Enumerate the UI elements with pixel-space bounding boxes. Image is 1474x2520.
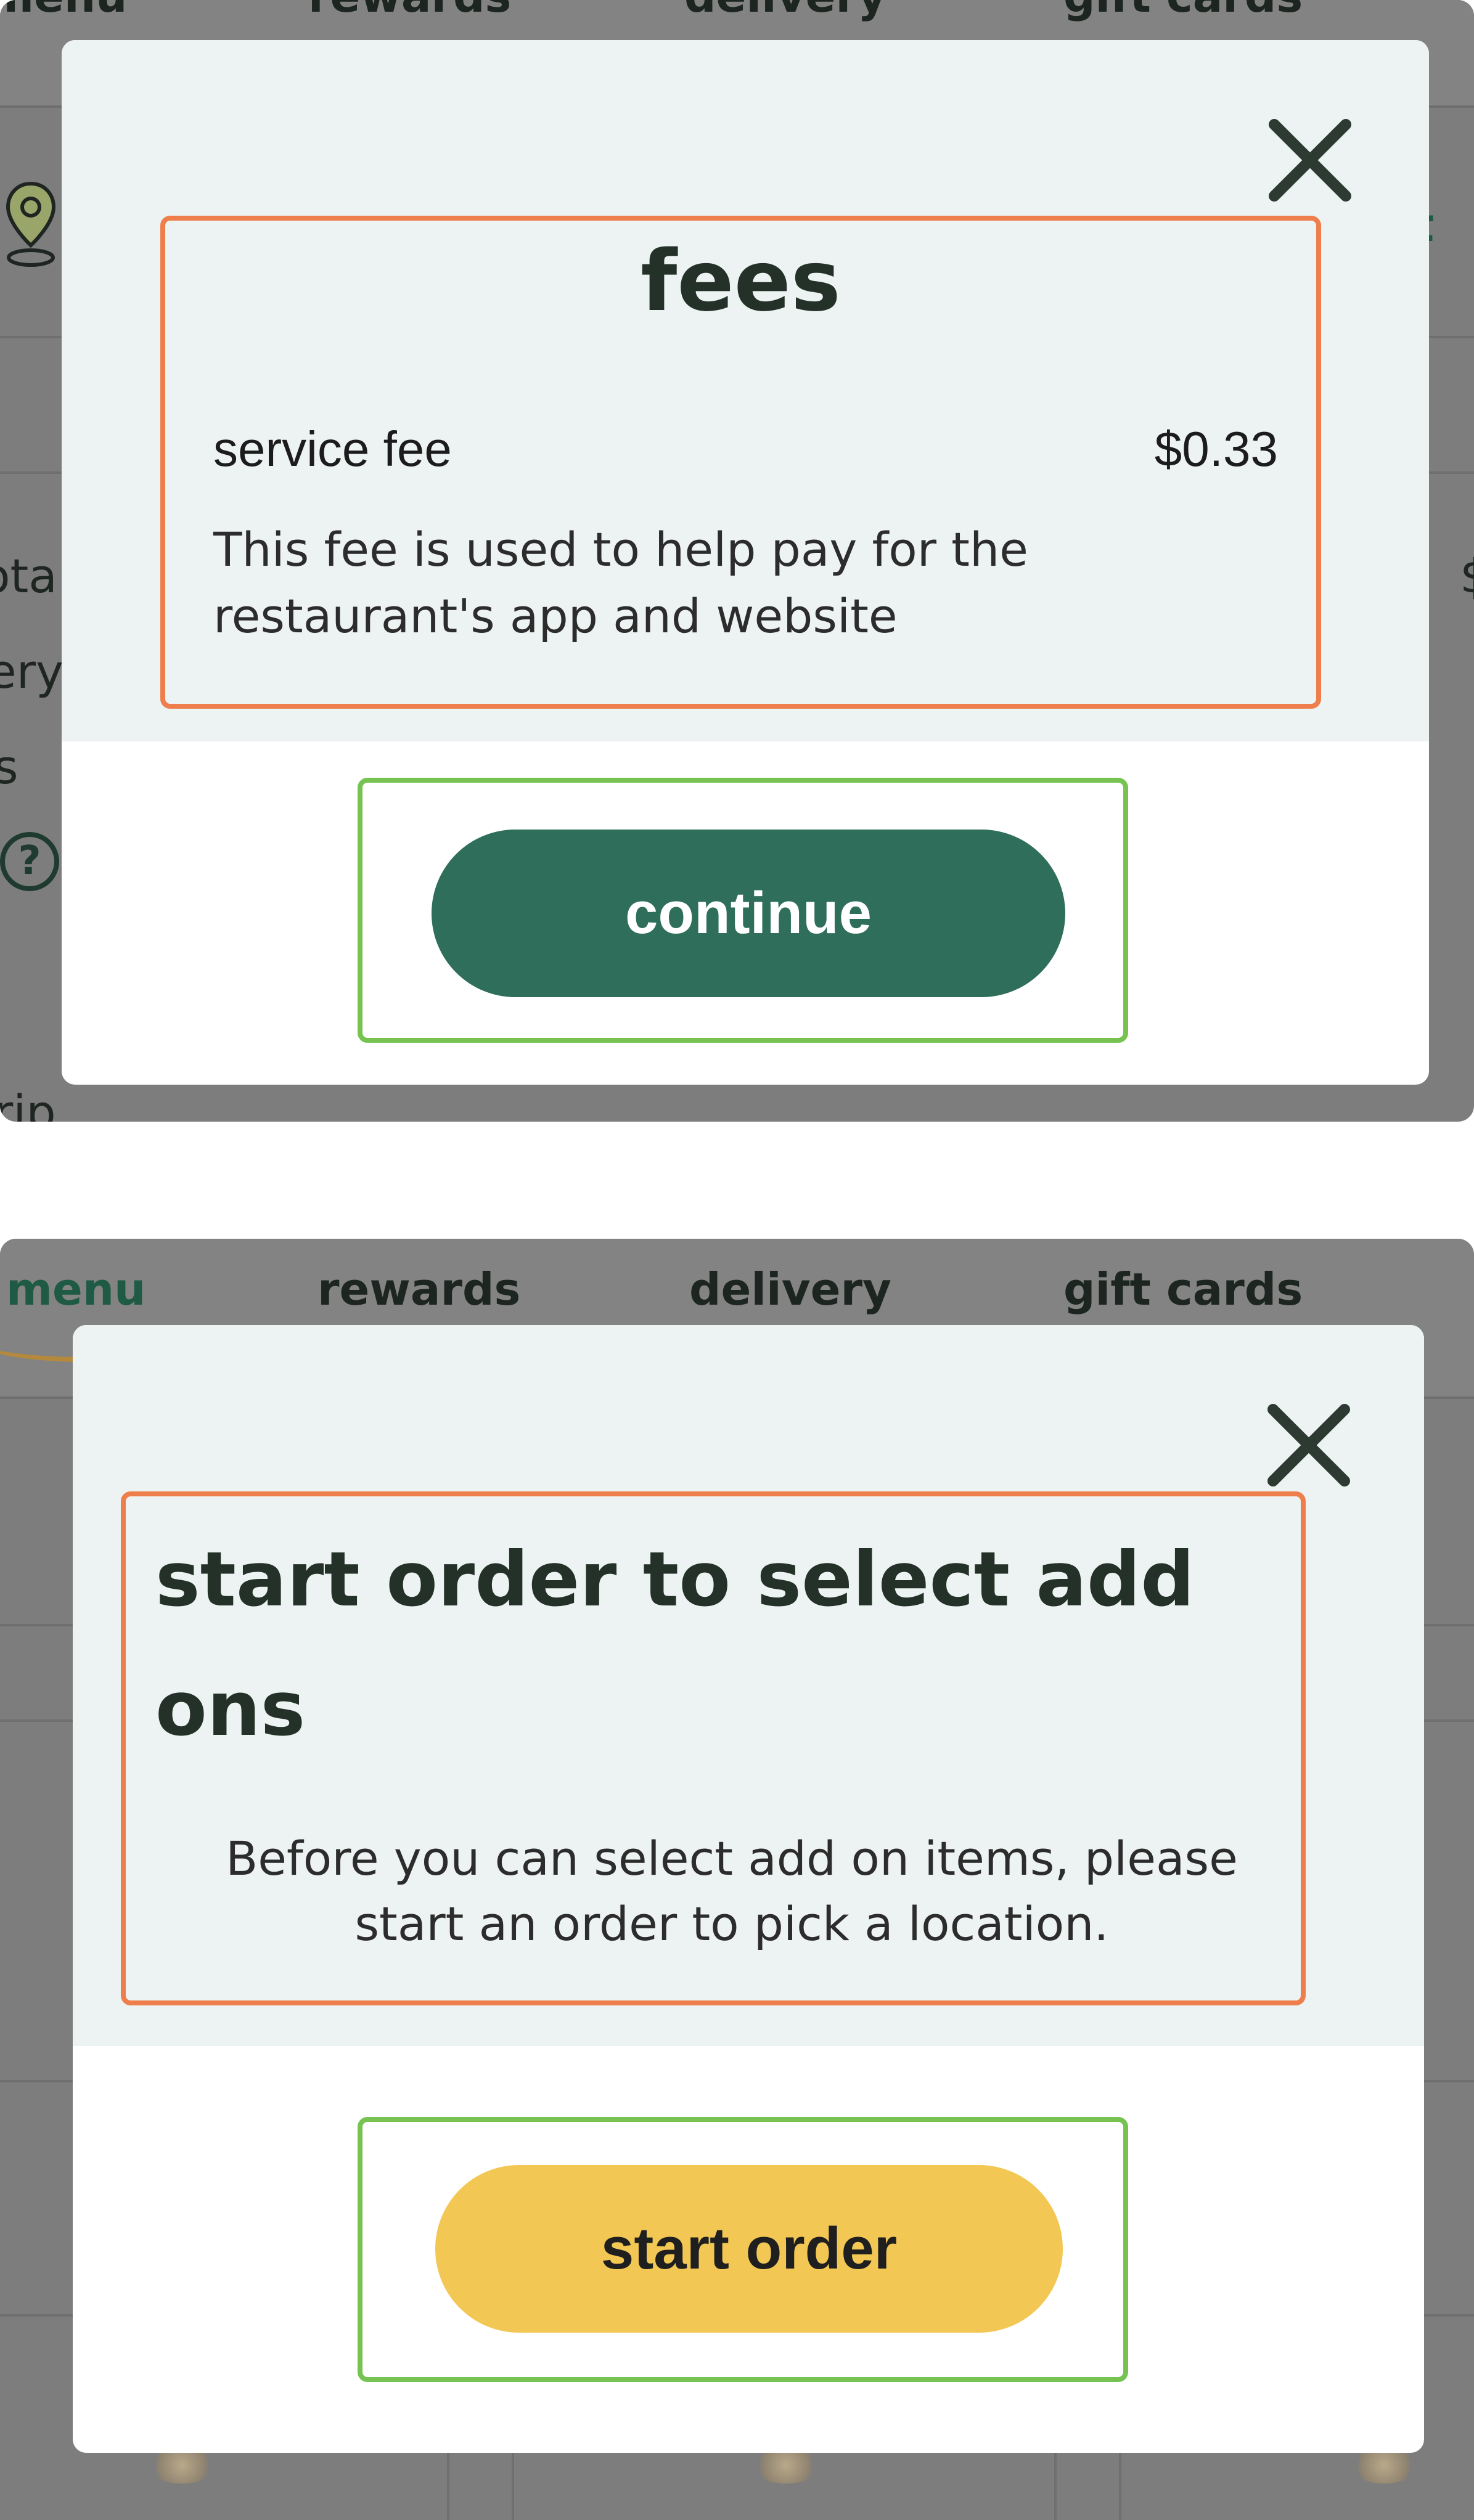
nav-item-gift-cards[interactable]: gift cards xyxy=(1063,0,1303,22)
service-fee-label: service fee xyxy=(213,422,452,476)
addons-message: Before you can select add on items, plea… xyxy=(226,1831,1238,1951)
continue-highlight: continue xyxy=(358,778,1128,1043)
start-order-button[interactable]: start order xyxy=(435,2165,1063,2333)
start-order-highlight: start order xyxy=(358,2117,1128,2382)
location-pin-icon xyxy=(6,181,56,267)
addons-content-box: start order to select add ons Before you… xyxy=(121,1491,1306,2005)
nav-item-menu[interactable]: menu xyxy=(0,0,127,22)
fees-title: fees xyxy=(641,233,841,330)
background-price-fragment: $ xyxy=(1460,548,1474,603)
continue-button[interactable]: continue xyxy=(432,830,1065,997)
addons-modal: start order to select add ons Before you… xyxy=(73,1325,1424,2453)
nav-item-delivery[interactable]: delivery xyxy=(684,0,886,22)
background-delivery-fragment: ery xyxy=(0,644,63,699)
addons-title: start order to select add ons xyxy=(155,1536,1195,1753)
nav-item-gift-cards[interactable]: gift cards xyxy=(1063,1263,1303,1315)
service-fee-amount: $0.33 xyxy=(1154,422,1278,476)
fees-modal: fees service fee $0.33 This fee is used … xyxy=(62,40,1429,1085)
nav-item-menu[interactable]: menu xyxy=(6,1263,145,1315)
background-tip-fragment: rip xyxy=(0,1085,56,1122)
help-icon: ? xyxy=(0,832,59,891)
background-subtotal-fragment: ota xyxy=(0,548,57,603)
nav-item-rewards[interactable]: rewards xyxy=(308,0,511,22)
fees-content-box: fees service fee $0.33 This fee is used … xyxy=(160,216,1321,709)
fees-screen: menu rewards delivery gift cards t ota e… xyxy=(0,0,1474,1122)
nav-item-delivery[interactable]: delivery xyxy=(689,1263,891,1315)
background-fees-fragment: s xyxy=(0,740,18,794)
close-icon[interactable] xyxy=(1267,117,1353,203)
service-fee-description: This fee is used to help pay for the res… xyxy=(213,522,1028,643)
addons-screen: menu rewards delivery gift cards start o… xyxy=(0,1239,1474,2520)
nav-item-rewards[interactable]: rewards xyxy=(317,1263,520,1315)
close-icon[interactable] xyxy=(1266,1402,1352,1488)
